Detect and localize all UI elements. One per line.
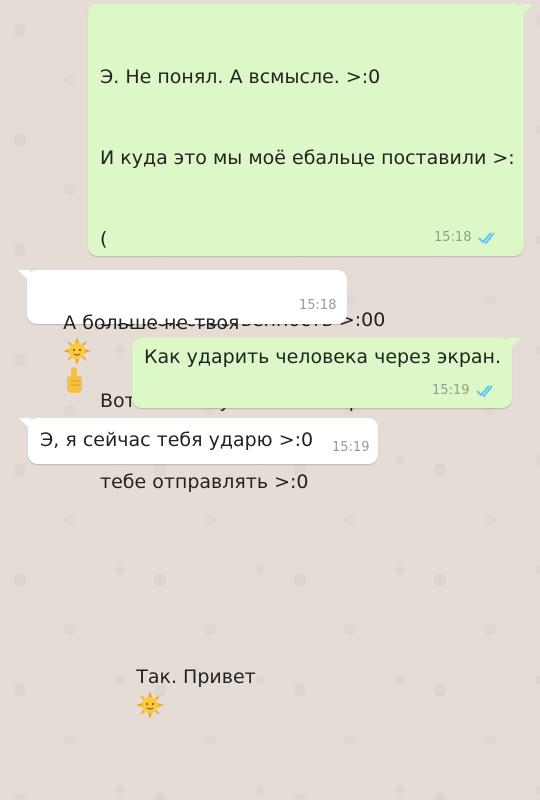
message-line: А больше не твоя bbox=[63, 312, 240, 334]
sun-with-face-icon bbox=[136, 691, 165, 719]
message-line: И куда это мы моё ебальце поставили >: bbox=[100, 147, 515, 169]
message-line: Э. Не понял. А всмысле. >:0 bbox=[100, 66, 381, 88]
message-line: тебе отправлять >:0 bbox=[100, 471, 309, 493]
bubble-tail bbox=[19, 418, 31, 430]
double-check-icon bbox=[476, 384, 498, 401]
message-line bbox=[100, 550, 516, 577]
message-text: Как ударить человека через экран. bbox=[144, 346, 501, 368]
message-bubble-outgoing[interactable]: Э. Не понял. А всмысле. >:0 И куда это м… bbox=[88, 4, 533, 719]
double-check-icon bbox=[478, 231, 500, 248]
message-timestamp: 15:18 bbox=[434, 230, 472, 245]
bubble-tail bbox=[18, 270, 30, 282]
message-line: Так. Привет bbox=[136, 666, 256, 688]
pointing-up-hand-icon bbox=[67, 367, 83, 393]
message-timestamp: 15:19 bbox=[332, 440, 370, 455]
message-timestamp: 15:19 bbox=[432, 383, 470, 398]
message-bubble-incoming[interactable]: А больше не твоя 15:18 bbox=[18, 270, 347, 393]
message-text: Э, я сейчас тебя ударю >:0 bbox=[40, 429, 314, 451]
bubble-tail bbox=[509, 338, 521, 350]
message-bubble-outgoing[interactable]: Как ударить человека через экран. 15:19 bbox=[132, 338, 521, 408]
sun-with-face-icon bbox=[63, 337, 92, 365]
bubble-tail bbox=[521, 4, 533, 16]
message-bubble-incoming[interactable]: Э, я сейчас тебя ударю >:0 15:19 bbox=[19, 418, 378, 464]
message-line-with-emoji: Так. Привет bbox=[100, 637, 516, 746]
message-timestamp: 15:18 bbox=[299, 298, 337, 313]
